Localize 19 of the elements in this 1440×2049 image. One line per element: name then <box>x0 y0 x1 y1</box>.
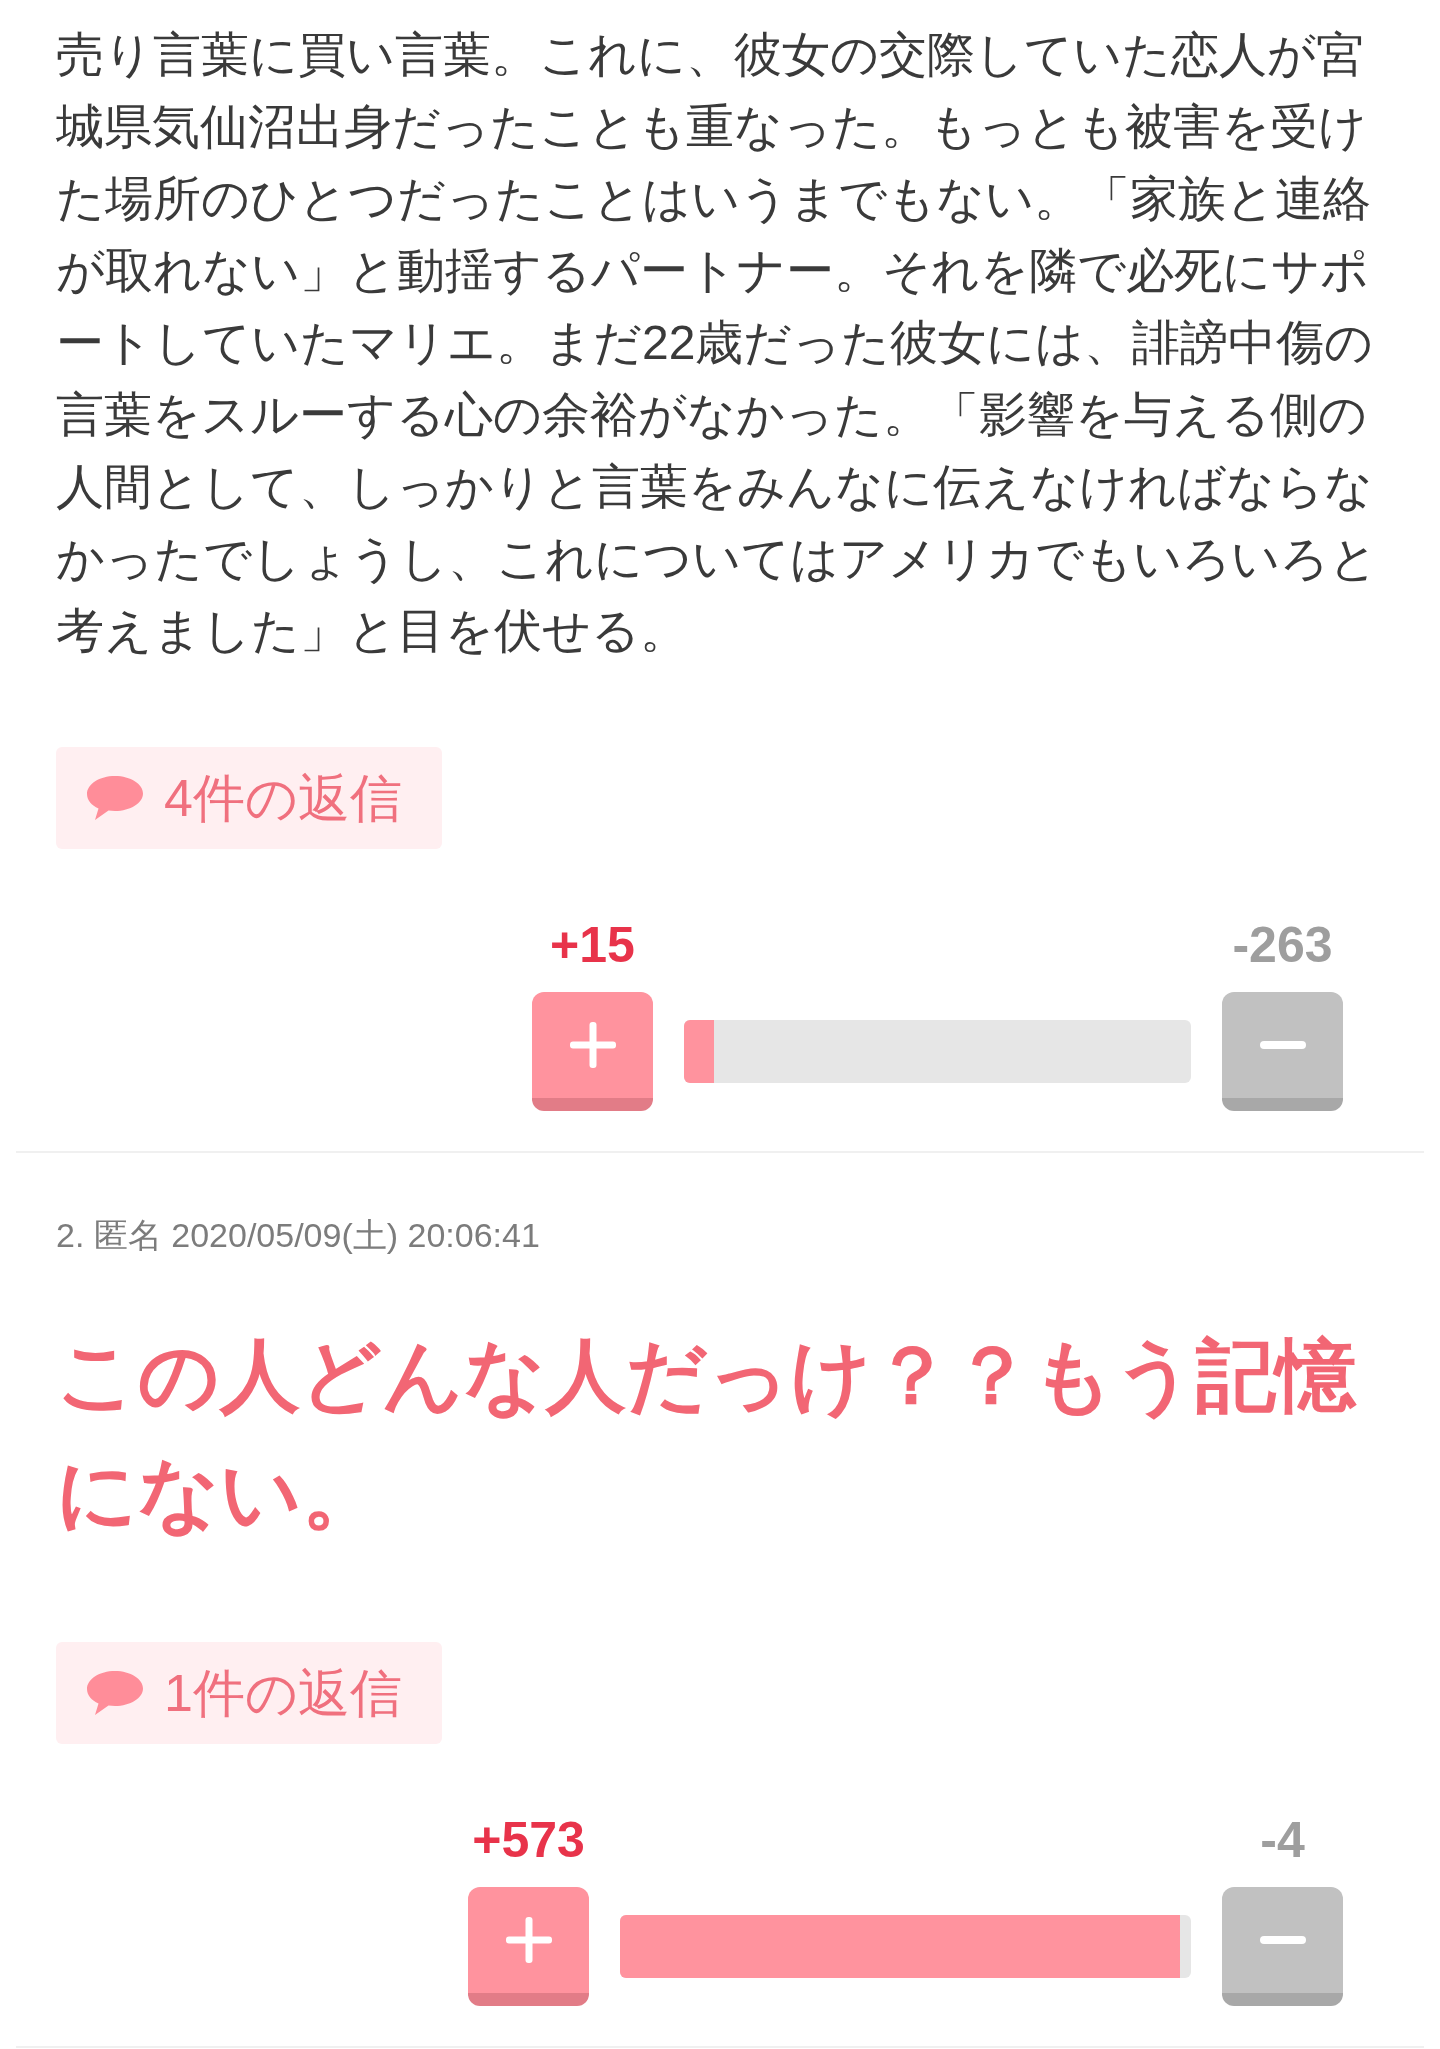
upvote-button[interactable] <box>468 1887 589 2006</box>
replies-button[interactable]: 4件の返信 <box>56 747 442 849</box>
minus-icon <box>1259 1041 1306 1049</box>
plus-icon <box>569 1022 616 1068</box>
comment-text: この人どんな人だっけ？？もう記憶にない。 <box>56 1330 1358 1540</box>
speech-bubble-icon <box>86 775 144 821</box>
replies-button[interactable]: 1件の返信 <box>56 1642 442 1744</box>
downvote-button[interactable] <box>1222 1887 1343 2006</box>
speech-bubble-icon <box>86 1670 144 1716</box>
comment-text: 売り言葉に買い言葉。これに、彼女の交際していた恋人が宮城県気仙沼出身だったことも重なった。もっとも被害を受けた場所のひとつだったことはいうまでもない。「家族と連絡が取れない」と動揺するパートナー。それを隣で必死にサポートしていたマリエ。まだ22歳だった彼女には、誹謗中傷の言葉をスルーする心の余裕がなかった。「影響を与える側の人間として、しっかりと言葉をみんなに伝えなければならなかったでしょうし、これについてはアメリカでもいろいろと考えました」と目を伏せる。 <box>56 27 1379 659</box>
comment-meta: 2. 匿名 2020/05/09(土) 20:06:41 <box>56 1215 540 1256</box>
upvote-button[interactable] <box>532 992 653 1111</box>
plus-icon <box>505 1917 552 1963</box>
upvote-count: +573 <box>472 1812 585 1868</box>
downvote-count: -4 <box>1260 1812 1305 1868</box>
downvote-count: -263 <box>1232 917 1333 973</box>
upvote-count: +15 <box>550 917 635 973</box>
minus-icon <box>1259 1936 1306 1944</box>
downvote-button[interactable] <box>1222 992 1343 1111</box>
